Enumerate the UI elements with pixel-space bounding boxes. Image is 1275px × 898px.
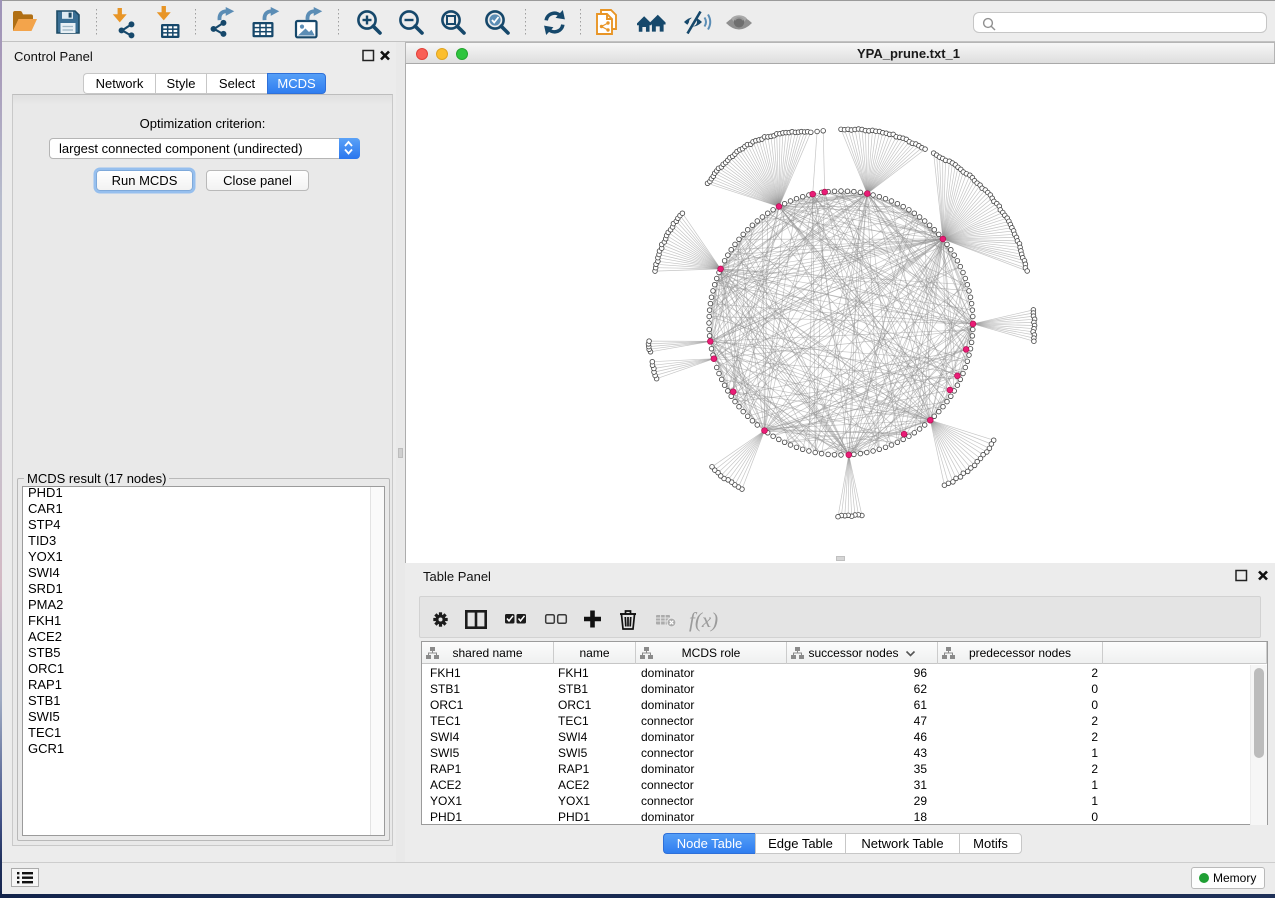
svg-text:f(x): f(x) — [689, 608, 718, 632]
